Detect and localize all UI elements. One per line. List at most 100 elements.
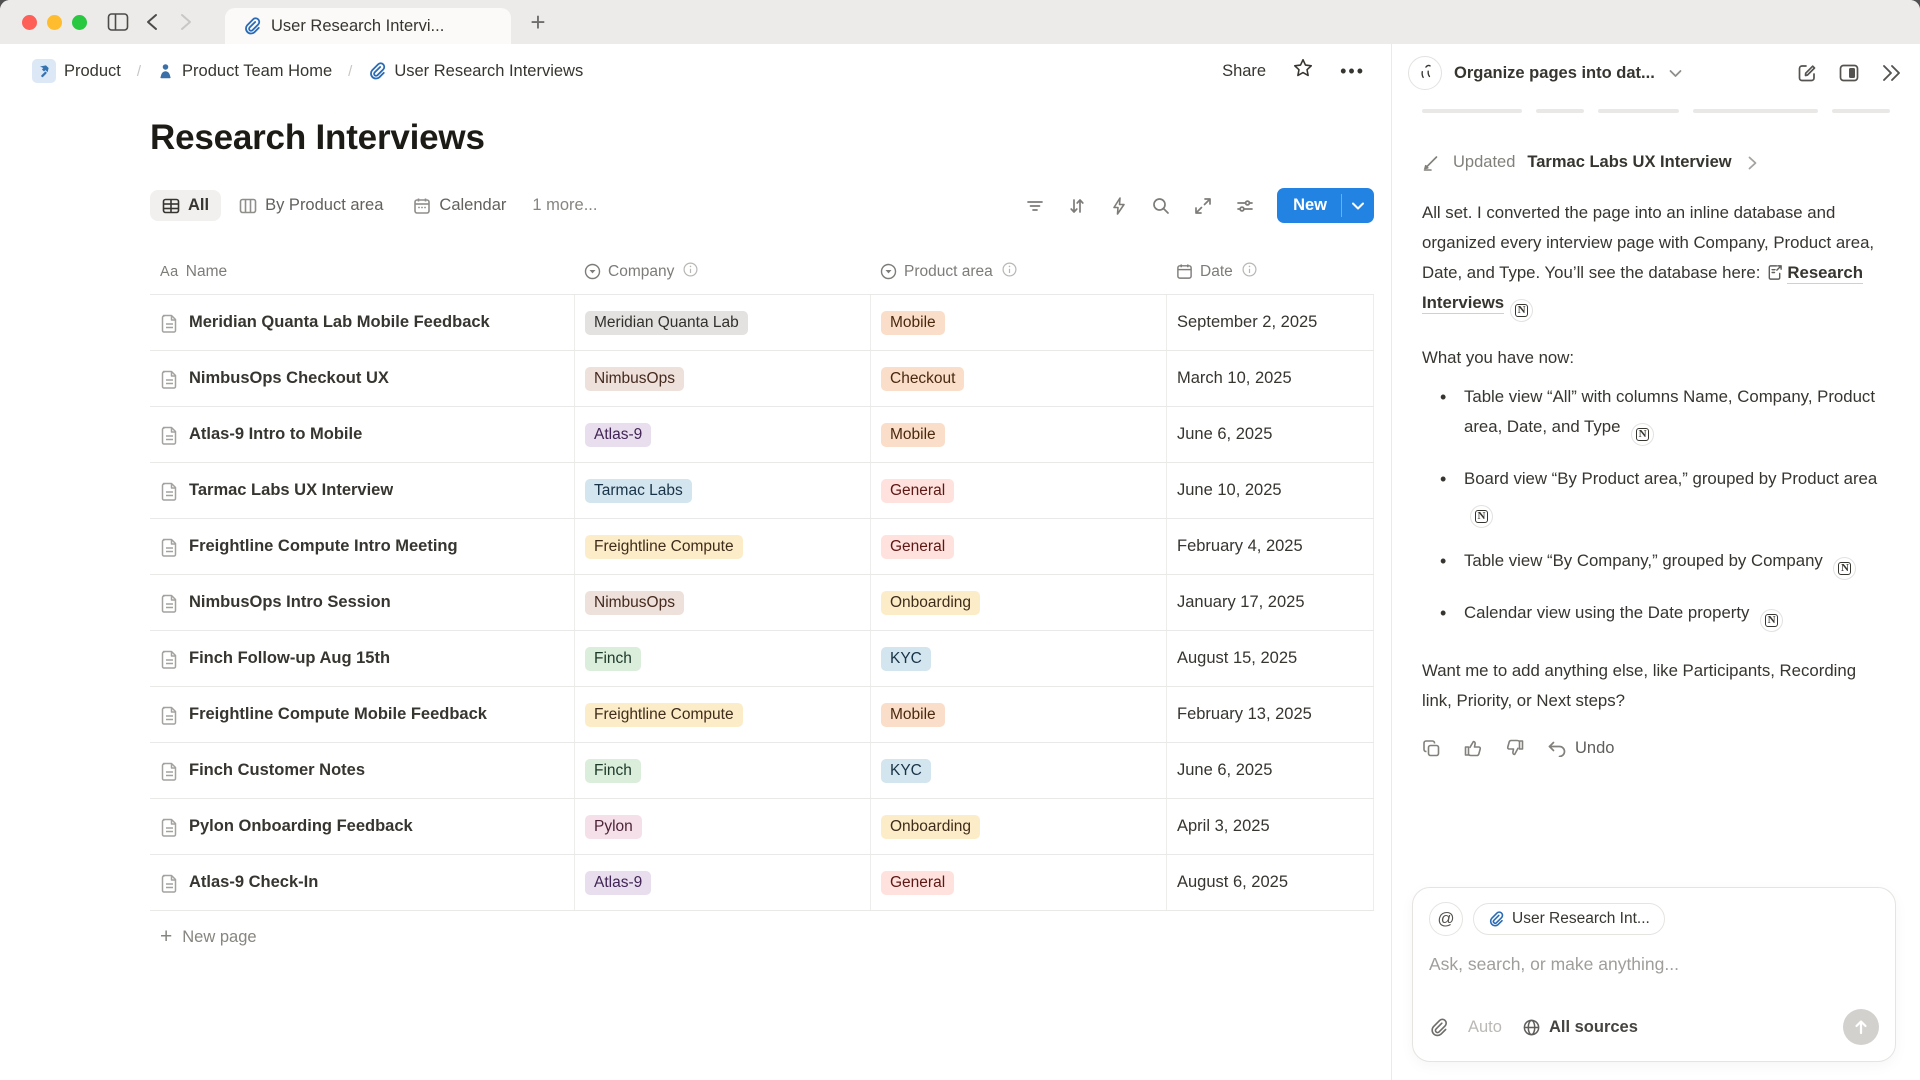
ai-composer[interactable]: @ User Research Int... Ask, search, or m… (1412, 887, 1896, 1062)
cell-product-area[interactable]: KYC (870, 743, 1166, 798)
cell-name[interactable]: Atlas-9 Intro to Mobile (150, 407, 574, 462)
automation-zap-icon[interactable] (1103, 190, 1135, 222)
thumbs-up-icon[interactable] (1463, 738, 1483, 758)
forward-button[interactable] (169, 6, 203, 38)
cell-date[interactable]: June 10, 2025 (1166, 463, 1374, 518)
cell-name[interactable]: Tarmac Labs UX Interview (150, 463, 574, 518)
favorite-star-icon[interactable] (1292, 57, 1314, 85)
cell-name[interactable]: Atlas-9 Check-In (150, 855, 574, 910)
cell-product-area[interactable]: Onboarding (870, 799, 1166, 854)
zoom-window-button[interactable] (72, 15, 87, 30)
breadcrumb-item-current-page[interactable]: User Research Interviews (362, 59, 589, 84)
ai-action-updated-row[interactable]: Updated Tarmac Labs UX Interview (1422, 153, 1890, 172)
expand-icon[interactable] (1187, 190, 1219, 222)
table-row[interactable]: Meridian Quanta Lab Mobile Feedback Meri… (150, 295, 1374, 351)
column-header-product-area[interactable]: Product area (870, 249, 1166, 294)
cell-name[interactable]: Meridian Quanta Lab Mobile Feedback (150, 295, 574, 350)
more-options-icon[interactable]: ••• (1340, 61, 1365, 82)
cell-date[interactable]: February 13, 2025 (1166, 687, 1374, 742)
cell-product-area[interactable]: General (870, 855, 1166, 910)
ai-input-field[interactable]: Ask, search, or make anything... (1429, 954, 1879, 975)
cell-name[interactable]: NimbusOps Checkout UX (150, 351, 574, 406)
collapse-panel-chevrons-icon[interactable] (1880, 64, 1902, 82)
panel-layout-icon[interactable] (1838, 62, 1860, 84)
cell-company[interactable]: Finch (574, 631, 870, 686)
attach-paperclip-icon[interactable] (1429, 1018, 1448, 1037)
view-tab-calendar[interactable]: Calendar (401, 190, 518, 221)
sort-icon[interactable] (1061, 190, 1093, 222)
new-chat-compose-icon[interactable] (1796, 62, 1818, 84)
undo-button[interactable]: Undo (1547, 739, 1614, 758)
cell-company[interactable]: Pylon (574, 799, 870, 854)
column-header-name[interactable]: Aa Name (150, 249, 574, 294)
share-button[interactable]: Share (1222, 62, 1266, 81)
cell-date[interactable]: August 6, 2025 (1166, 855, 1374, 910)
notion-page-badge-icon[interactable]: N (1510, 299, 1533, 322)
cell-product-area[interactable]: Mobile (870, 687, 1166, 742)
table-row[interactable]: Freightline Compute Mobile Feedback Frei… (150, 687, 1374, 743)
cell-product-area[interactable]: General (870, 519, 1166, 574)
auto-mode-button[interactable]: Auto (1468, 1018, 1502, 1037)
cell-name[interactable]: Finch Follow-up Aug 15th (150, 631, 574, 686)
new-button[interactable]: New (1277, 188, 1374, 223)
more-views-link[interactable]: 1 more... (524, 190, 605, 221)
thumbs-down-icon[interactable] (1505, 738, 1525, 758)
table-row[interactable]: Atlas-9 Intro to Mobile Atlas-9 Mobile J… (150, 407, 1374, 463)
cell-date[interactable]: February 4, 2025 (1166, 519, 1374, 574)
close-window-button[interactable] (22, 15, 37, 30)
notion-page-badge-icon[interactable]: N (1760, 609, 1783, 632)
new-tab-button[interactable]: + (521, 6, 555, 38)
minimize-window-button[interactable] (47, 15, 62, 30)
cell-company[interactable]: Freightline Compute (574, 519, 870, 574)
table-row[interactable]: Tarmac Labs UX Interview Tarmac Labs Gen… (150, 463, 1374, 519)
cell-company[interactable]: Atlas-9 (574, 407, 870, 462)
new-page-button[interactable]: + New page (150, 911, 1374, 963)
table-row[interactable]: Finch Customer Notes Finch KYC June 6, 2… (150, 743, 1374, 799)
copy-icon[interactable] (1422, 739, 1441, 758)
chevron-down-icon[interactable] (1669, 69, 1682, 78)
cell-company[interactable]: Meridian Quanta Lab (574, 295, 870, 350)
mention-at-button[interactable]: @ (1429, 902, 1463, 936)
table-row[interactable]: NimbusOps Checkout UX NimbusOps Checkout… (150, 351, 1374, 407)
sidebar-toggle-icon[interactable] (101, 6, 135, 38)
filter-icon[interactable] (1019, 190, 1051, 222)
cell-date[interactable]: January 17, 2025 (1166, 575, 1374, 630)
column-header-date[interactable]: Date (1166, 249, 1374, 294)
view-settings-icon[interactable] (1229, 190, 1261, 222)
breadcrumb-item-team-home[interactable]: Product Team Home (151, 59, 338, 84)
cell-product-area[interactable]: Mobile (870, 295, 1166, 350)
notion-page-badge-icon[interactable]: N (1470, 505, 1493, 528)
cell-product-area[interactable]: Mobile (870, 407, 1166, 462)
cell-date[interactable]: August 15, 2025 (1166, 631, 1374, 686)
cell-name[interactable]: Finch Customer Notes (150, 743, 574, 798)
view-tab-all[interactable]: All (150, 190, 221, 221)
cell-name[interactable]: Freightline Compute Intro Meeting (150, 519, 574, 574)
context-page-chip[interactable]: User Research Int... (1473, 903, 1665, 935)
back-button[interactable] (135, 6, 169, 38)
cell-company[interactable]: Freightline Compute (574, 687, 870, 742)
cell-product-area[interactable]: General (870, 463, 1166, 518)
table-row[interactable]: Finch Follow-up Aug 15th Finch KYC Augus… (150, 631, 1374, 687)
cell-date[interactable]: April 3, 2025 (1166, 799, 1374, 854)
cell-company[interactable]: NimbusOps (574, 575, 870, 630)
chevron-down-icon[interactable] (1342, 188, 1374, 223)
active-tab[interactable]: User Research Intervi... (225, 8, 511, 44)
all-sources-button[interactable]: All sources (1522, 1018, 1638, 1037)
table-row[interactable]: Freightline Compute Intro Meeting Freigh… (150, 519, 1374, 575)
cell-name[interactable]: NimbusOps Intro Session (150, 575, 574, 630)
ai-thread-title[interactable]: Organize pages into dat... (1454, 64, 1655, 83)
cell-product-area[interactable]: Onboarding (870, 575, 1166, 630)
cell-name[interactable]: Pylon Onboarding Feedback (150, 799, 574, 854)
cell-product-area[interactable]: KYC (870, 631, 1166, 686)
cell-company[interactable]: Tarmac Labs (574, 463, 870, 518)
table-row[interactable]: Atlas-9 Check-In Atlas-9 General August … (150, 855, 1374, 911)
cell-date[interactable]: June 6, 2025 (1166, 743, 1374, 798)
send-button[interactable] (1843, 1009, 1879, 1045)
table-row[interactable]: NimbusOps Intro Session NimbusOps Onboar… (150, 575, 1374, 631)
notion-page-badge-icon[interactable]: N (1833, 557, 1856, 580)
cell-product-area[interactable]: Checkout (870, 351, 1166, 406)
view-tab-by-product-area[interactable]: By Product area (227, 190, 395, 221)
cell-company[interactable]: Finch (574, 743, 870, 798)
cell-company[interactable]: NimbusOps (574, 351, 870, 406)
cell-date[interactable]: September 2, 2025 (1166, 295, 1374, 350)
